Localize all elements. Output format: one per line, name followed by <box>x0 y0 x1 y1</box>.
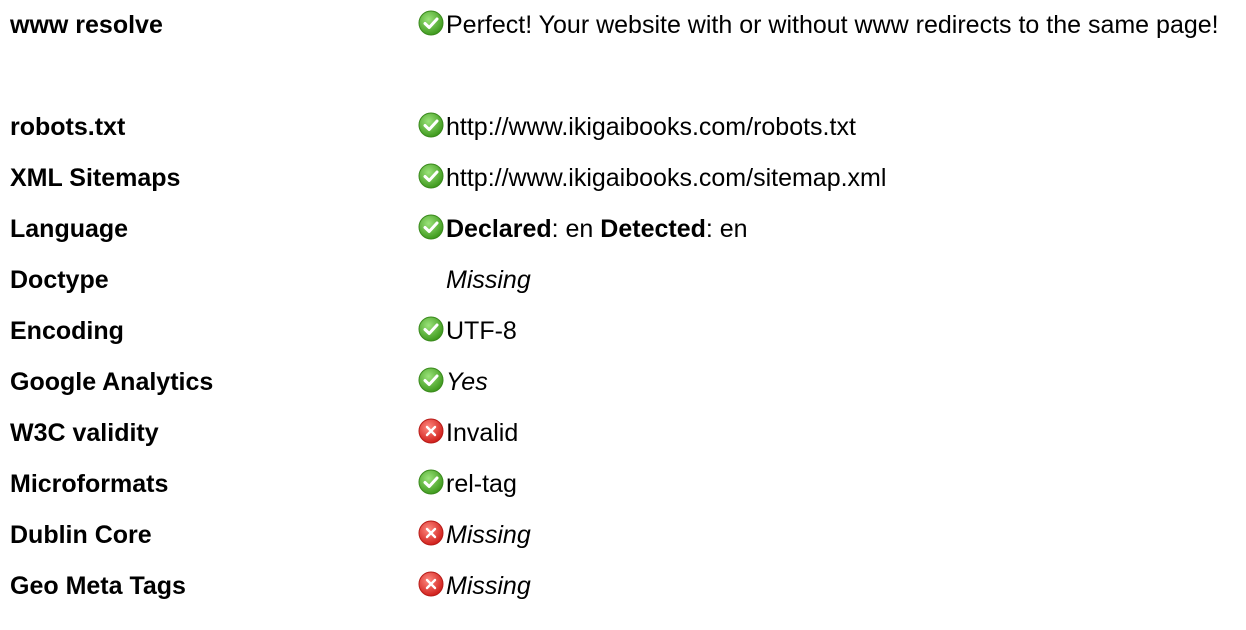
label-microformats: Microformats <box>10 470 169 498</box>
label-www-resolve: www resolve <box>10 11 163 39</box>
label-encoding: Encoding <box>10 317 124 345</box>
check-icon <box>418 316 444 342</box>
detected-label: Detected <box>600 215 706 243</box>
declared-label: Declared <box>446 215 552 243</box>
seo-check-table: www resolve Perfect! Your website with o… <box>0 0 1246 630</box>
row-geo-meta-tags: Geo Meta Tags Missing <box>0 561 1246 612</box>
check-icon <box>418 10 444 36</box>
cross-icon <box>418 520 444 546</box>
row-doctype: Doctype Missing <box>0 255 1246 306</box>
label-dublin-core: Dublin Core <box>10 521 152 549</box>
row-www-resolve: www resolve Perfect! Your website with o… <box>0 0 1246 102</box>
row-language: Language Declared: en Detected: en <box>0 204 1246 255</box>
value-w3c-validity: Invalid <box>446 419 519 447</box>
label-xml-sitemaps: XML Sitemaps <box>10 164 181 192</box>
label-google-analytics: Google Analytics <box>10 368 214 396</box>
value-google-analytics: Yes <box>446 368 488 396</box>
cross-icon <box>418 418 444 444</box>
check-icon <box>418 163 444 189</box>
row-dublin-core: Dublin Core Missing <box>0 510 1246 561</box>
value-www-resolve: Perfect! Your website with or without ww… <box>446 11 1219 39</box>
check-icon <box>418 112 444 138</box>
cross-icon <box>418 571 444 597</box>
row-microformats: Microformats rel-tag <box>0 459 1246 510</box>
check-icon <box>418 367 444 393</box>
row-w3c-validity: W3C validity Invalid <box>0 408 1246 459</box>
label-w3c-validity: W3C validity <box>10 419 159 447</box>
value-robots-txt: http://www.ikigaibooks.com/robots.txt <box>446 113 856 141</box>
check-icon <box>418 214 444 240</box>
value-doctype: Missing <box>446 266 531 294</box>
value-geo-meta-tags: Missing <box>446 572 531 600</box>
value-dublin-core: Missing <box>446 521 531 549</box>
row-google-analytics: Google Analytics Yes <box>0 357 1246 408</box>
label-doctype: Doctype <box>10 266 109 294</box>
declared-value: : en <box>551 215 594 243</box>
value-language: Declared: en Detected: en <box>446 204 748 255</box>
value-xml-sitemaps: http://www.ikigaibooks.com/sitemap.xml <box>446 164 887 192</box>
row-robots-txt: robots.txt http://www.ikigaibooks.com/ro… <box>0 102 1246 153</box>
label-language: Language <box>10 215 129 243</box>
check-icon <box>418 469 444 495</box>
row-encoding: Encoding UTF-8 <box>0 306 1246 357</box>
label-geo-meta-tags: Geo Meta Tags <box>10 572 186 600</box>
row-xml-sitemaps: XML Sitemaps http://www.ikigaibooks.com/… <box>0 153 1246 204</box>
detected-value: : en <box>705 215 748 243</box>
label-robots-txt: robots.txt <box>10 113 126 141</box>
value-encoding: UTF-8 <box>446 317 517 345</box>
value-microformats: rel-tag <box>446 470 517 498</box>
